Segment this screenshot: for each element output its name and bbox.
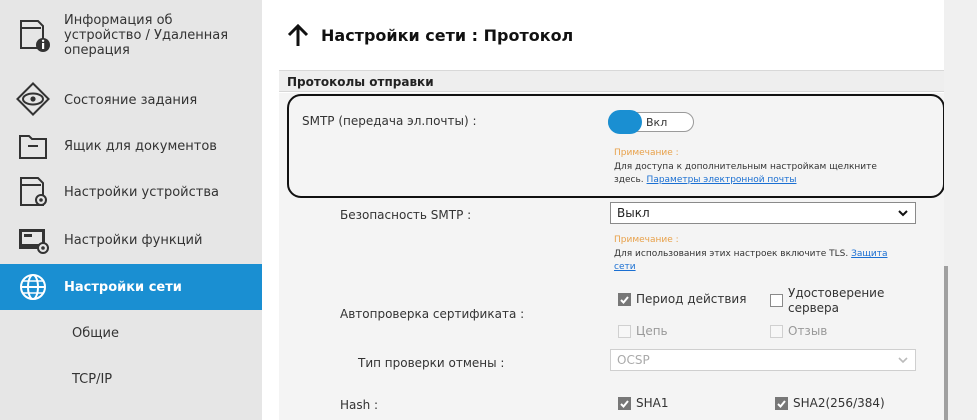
globe-icon: [20, 274, 46, 300]
smtp-security-select[interactable]: Выкл: [610, 202, 916, 224]
page-header: Настройки сети : Протокол: [279, 0, 944, 70]
checkbox-box[interactable]: [618, 324, 631, 338]
arrow-up-icon[interactable]: [285, 22, 311, 48]
chevron-down-icon: [898, 357, 908, 364]
chevron-down-icon: [898, 210, 908, 217]
revocation-type-select[interactable]: OCSP: [610, 349, 916, 371]
smtp-security-note-title: Примечание :: [614, 235, 679, 245]
sidebar-item-network-settings[interactable]: Настройки сети: [0, 264, 262, 310]
toggle-knob: [608, 110, 642, 134]
sidebar-item-label: Ящик для документов: [64, 138, 217, 154]
network-security-link-cont[interactable]: сети: [614, 262, 636, 272]
checkbox-label: SHA1: [636, 396, 669, 410]
sidebar-item-label: Настройки устройства: [64, 184, 219, 200]
checkbox-box[interactable]: [770, 324, 783, 338]
sidebar-subitem-label: Общие: [72, 326, 119, 341]
sidebar-item-device-settings[interactable]: Настройки устройства: [0, 170, 262, 214]
sidebar-item-function-settings[interactable]: Настройки функций: [0, 218, 262, 262]
select-value: OCSP: [617, 353, 650, 367]
hash-label: Hash :: [340, 398, 379, 412]
smtp-note-text: Для доступа к дополнительным настройкам …: [614, 162, 877, 185]
checkbox-label: Цепь: [636, 324, 668, 338]
sidebar-gap: [262, 0, 279, 420]
checkbox-label: Период действия: [636, 292, 747, 306]
smtp-toggle[interactable]: Вкл: [608, 110, 696, 134]
eye-icon: [16, 82, 50, 116]
smtp-label: SMTP (передача эл.почты) :: [302, 114, 477, 128]
revocation-type-label: Тип проверки отмены :: [358, 356, 505, 370]
folder-icon: [19, 135, 47, 159]
checkbox-sha2[interactable]: SHA2(256/384): [775, 396, 885, 410]
sidebar-item-document-box[interactable]: Ящик для документов: [0, 124, 262, 168]
checkbox-sha1[interactable]: SHA1: [618, 396, 668, 410]
cert-check-label: Автопроверка сертификата :: [340, 307, 525, 321]
device-settings-icon: [20, 177, 47, 206]
network-security-link[interactable]: Защита: [851, 249, 887, 259]
sidebar-item-device-info[interactable]: Информация об устройство / Удаленная опе…: [0, 0, 262, 70]
function-settings-icon: [19, 229, 49, 254]
checkbox-box[interactable]: [618, 396, 631, 410]
smtp-note-title: Примечание :: [614, 148, 679, 158]
device-info-icon: [20, 20, 50, 52]
checkbox-revocation[interactable]: Отзыв: [770, 324, 827, 338]
email-settings-link[interactable]: Параметры электронной почты: [647, 175, 797, 185]
sidebar-item-label: Информация об устройство / Удаленная опе…: [64, 12, 229, 58]
sidebar: Информация об устройство / Удаленная опе…: [0, 0, 262, 420]
page-title: Настройки сети : Протокол: [321, 25, 574, 45]
checkbox-label: Удостоверение сервера: [788, 286, 885, 315]
checkbox-label: SHA2(256/384): [793, 396, 885, 410]
checkbox-box[interactable]: [775, 396, 788, 410]
section-header: Протоколы отправки: [279, 70, 944, 92]
smtp-security-note-text: Для использования этих настроек включите…: [614, 249, 888, 272]
checkbox-box[interactable]: [618, 292, 631, 306]
select-value: Выкл: [617, 206, 650, 220]
sidebar-subitem-tcpip[interactable]: TCP/IP: [0, 372, 262, 387]
sidebar-subitem-general[interactable]: Общие: [0, 326, 262, 341]
scrollbar-thumb[interactable]: [944, 266, 948, 420]
scrollbar[interactable]: [944, 0, 977, 420]
sidebar-item-label: Состояние задания: [64, 92, 198, 108]
sidebar-item-label: Настройки функций: [64, 232, 203, 248]
sidebar-subitem-label: TCP/IP: [72, 372, 113, 387]
sidebar-item-label: Настройки сети: [64, 279, 182, 295]
toggle-label: Вкл: [646, 116, 668, 129]
checkbox-chain[interactable]: Цепь: [618, 324, 668, 338]
checkbox-label: Отзыв: [788, 324, 828, 338]
checkbox-validity-period[interactable]: Период действия: [618, 292, 746, 306]
checkbox-server-identity[interactable]: Удостоверение сервера: [770, 286, 884, 316]
smtp-security-label: Безопасность SMTP :: [340, 208, 472, 222]
checkbox-box[interactable]: [770, 294, 783, 307]
sidebar-item-job-status[interactable]: Состояние задания: [0, 78, 262, 122]
